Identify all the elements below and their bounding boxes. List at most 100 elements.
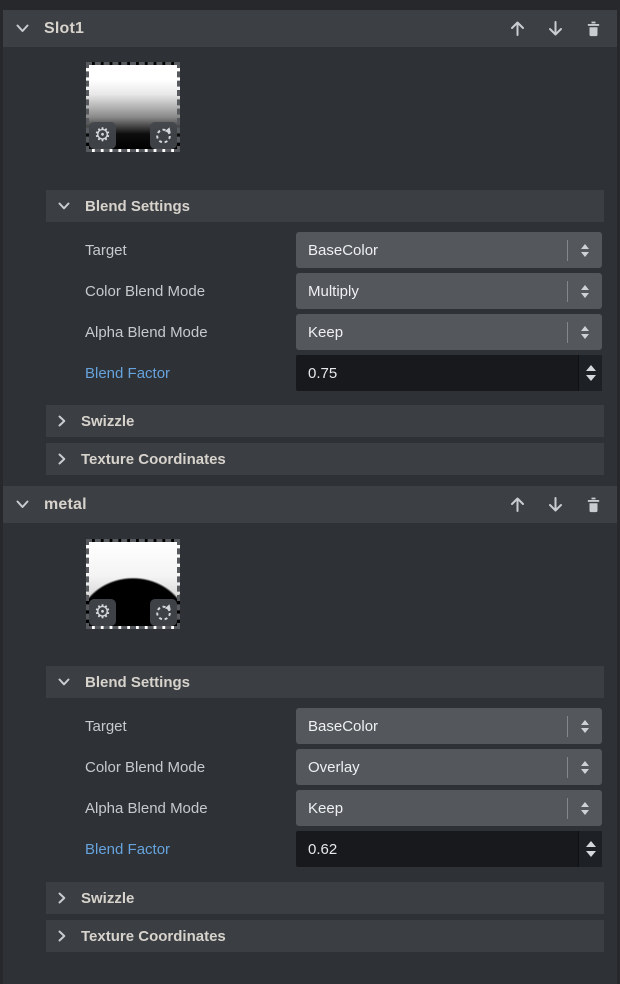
trash-icon <box>584 19 603 38</box>
slot-toolbar <box>506 18 604 40</box>
property-row-blend-factor: Blend Factor 0.62 <box>46 831 604 867</box>
refresh-icon <box>154 603 173 622</box>
chevron-down-icon[interactable] <box>16 24 29 33</box>
texture-preview-row: ⚙ <box>86 539 617 629</box>
property-row-target: Target BaseColor <box>46 232 604 268</box>
move-down-button[interactable] <box>544 18 566 40</box>
number-value: 0.75 <box>308 365 578 382</box>
arrow-up-icon <box>508 19 527 38</box>
gear-icon: ⚙ <box>94 603 111 622</box>
texture-preview[interactable]: ⚙ <box>86 62 180 152</box>
texture-coordinates-header[interactable]: Texture Coordinates <box>46 920 604 952</box>
arrow-down-icon <box>546 495 565 514</box>
dropdown-value: BaseColor <box>308 718 567 735</box>
texture-settings-button[interactable]: ⚙ <box>89 599 116 626</box>
number-value: 0.62 <box>308 841 578 858</box>
move-up-button[interactable] <box>506 18 528 40</box>
texture-settings-button[interactable]: ⚙ <box>89 122 116 149</box>
number-spinner <box>578 831 602 867</box>
slot-header[interactable]: Slot1 <box>3 10 617 47</box>
trash-icon <box>584 495 603 514</box>
texture-preview-row: ⚙ <box>86 62 617 152</box>
property-row-color-blend-mode: Color Blend Mode Overlay <box>46 749 604 785</box>
dropdown-spinner-icon <box>568 285 602 298</box>
blend-settings-section: Blend Settings Target BaseColor Color Bl… <box>46 190 604 391</box>
slot-toolbar <box>506 494 604 516</box>
gear-icon: ⚙ <box>94 126 111 145</box>
chevron-down-icon[interactable] <box>16 500 29 509</box>
dropdown-value: Keep <box>308 800 567 817</box>
alpha-blend-mode-dropdown[interactable]: Keep <box>296 790 602 826</box>
property-row-alpha-blend-mode: Alpha Blend Mode Keep <box>46 314 604 350</box>
blend-factor-input[interactable]: 0.75 <box>296 355 602 391</box>
property-label: Alpha Blend Mode <box>46 800 296 817</box>
dropdown-spinner-icon <box>568 326 602 339</box>
texture-reload-button[interactable] <box>150 122 177 149</box>
spin-down-button[interactable] <box>586 851 596 857</box>
spin-down-button[interactable] <box>586 375 596 381</box>
delete-button[interactable] <box>582 18 604 40</box>
dropdown-spinner-icon <box>568 761 602 774</box>
arrow-up-icon <box>508 495 527 514</box>
layer-slot: Slot1 ⚙ <box>3 10 617 475</box>
dropdown-value: Multiply <box>308 283 567 300</box>
property-label: Target <box>46 718 296 735</box>
property-row-alpha-blend-mode: Alpha Blend Mode Keep <box>46 790 604 826</box>
spin-up-button[interactable] <box>586 841 596 847</box>
property-row-blend-factor: Blend Factor 0.75 <box>46 355 604 391</box>
section-title: Swizzle <box>81 890 134 907</box>
move-up-button[interactable] <box>506 494 528 516</box>
section-title: Swizzle <box>81 413 134 430</box>
texture-reload-button[interactable] <box>150 599 177 626</box>
dropdown-value: Keep <box>308 324 567 341</box>
chevron-right-icon <box>58 930 66 942</box>
chevron-right-icon <box>58 453 66 465</box>
property-row-color-blend-mode: Color Blend Mode Multiply <box>46 273 604 309</box>
section-title: Blend Settings <box>85 674 190 691</box>
blend-settings-section: Blend Settings Target BaseColor Color Bl… <box>46 666 604 867</box>
dropdown-spinner-icon <box>568 720 602 733</box>
number-spinner <box>578 355 602 391</box>
property-row-target: Target BaseColor <box>46 708 604 744</box>
alpha-blend-mode-dropdown[interactable]: Keep <box>296 314 602 350</box>
property-label-modified[interactable]: Blend Factor <box>46 365 296 382</box>
dropdown-spinner-icon <box>568 802 602 815</box>
chevron-right-icon <box>58 892 66 904</box>
slot-title: Slot1 <box>44 20 84 38</box>
texture-preview[interactable]: ⚙ <box>86 539 180 629</box>
blend-factor-input[interactable]: 0.62 <box>296 831 602 867</box>
delete-button[interactable] <box>582 494 604 516</box>
dropdown-value: Overlay <box>308 759 567 776</box>
target-dropdown[interactable]: BaseColor <box>296 708 602 744</box>
swizzle-section: Swizzle Texture Coordinates <box>46 882 604 952</box>
dropdown-spinner-icon <box>568 244 602 257</box>
target-dropdown[interactable]: BaseColor <box>296 232 602 268</box>
layer-slot: metal ⚙ <box>3 486 617 952</box>
color-blend-mode-dropdown[interactable]: Overlay <box>296 749 602 785</box>
swizzle-section: Swizzle Texture Coordinates <box>46 405 604 475</box>
section-title: Texture Coordinates <box>81 451 226 468</box>
chevron-down-icon <box>58 678 70 686</box>
arrow-down-icon <box>546 19 565 38</box>
blend-settings-header[interactable]: Blend Settings <box>46 190 604 222</box>
swizzle-header[interactable]: Swizzle <box>46 405 604 437</box>
swizzle-header[interactable]: Swizzle <box>46 882 604 914</box>
spin-up-button[interactable] <box>586 365 596 371</box>
chevron-down-icon <box>58 202 70 210</box>
move-down-button[interactable] <box>544 494 566 516</box>
property-label: Alpha Blend Mode <box>46 324 296 341</box>
slot-header[interactable]: metal <box>3 486 617 523</box>
property-label: Target <box>46 242 296 259</box>
texture-coordinates-header[interactable]: Texture Coordinates <box>46 443 604 475</box>
inspector-panel: Slot1 ⚙ <box>0 0 620 984</box>
property-label-modified[interactable]: Blend Factor <box>46 841 296 858</box>
dropdown-value: BaseColor <box>308 242 567 259</box>
property-label: Color Blend Mode <box>46 759 296 776</box>
blend-settings-header[interactable]: Blend Settings <box>46 666 604 698</box>
panel-top-strip <box>3 0 617 10</box>
chevron-right-icon <box>58 415 66 427</box>
section-title: Texture Coordinates <box>81 928 226 945</box>
slot-title: metal <box>44 496 87 514</box>
color-blend-mode-dropdown[interactable]: Multiply <box>296 273 602 309</box>
refresh-icon <box>154 126 173 145</box>
